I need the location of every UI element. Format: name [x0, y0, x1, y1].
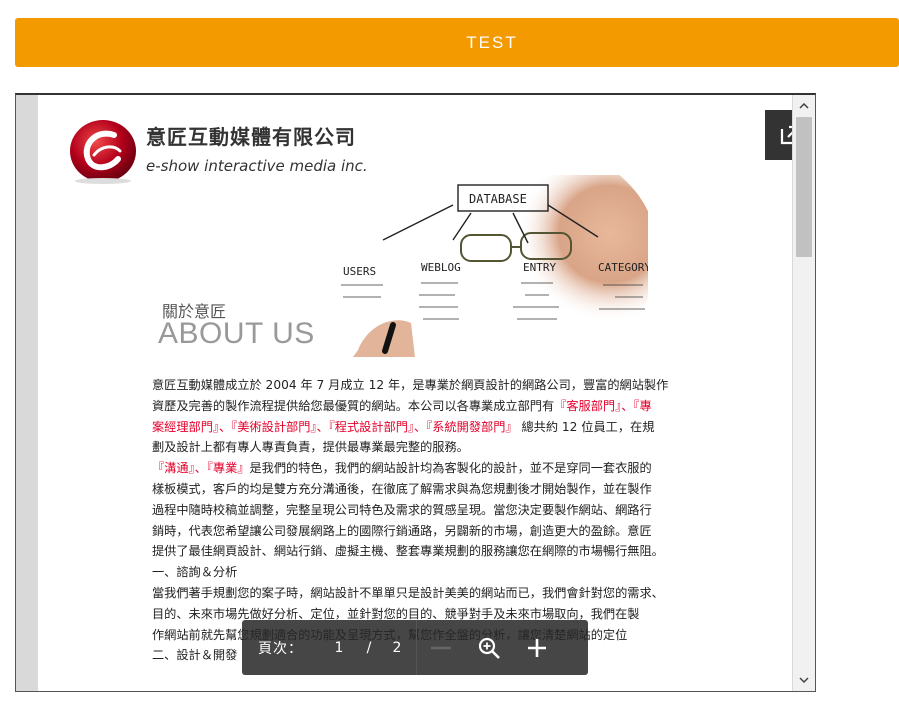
document-page: 意匠互動媒體有限公司 e-show interactive media inc.: [38, 95, 792, 691]
article-line: 當我們著手規劃您的案子時，網站設計不單單只是設計美美的網站而已，我們會針對您的需…: [152, 583, 674, 604]
article-line: 『溝通』、『專業』是我們的特色，我們的網站設計均為客製化的設計，並不是穿同一套衣…: [152, 458, 674, 479]
vertical-scrollbar[interactable]: [793, 95, 815, 691]
article-line: 資歷及完善的製作流程提供給您最優質的網站。本公司以各專業成立部門有『客服部門』、…: [152, 396, 674, 417]
add-button[interactable]: [513, 620, 561, 675]
article-text: 樣板模式，客戶的均是雙方充分溝通後，在徹底了解需求與為您規劃後才開始製作，並在製…: [152, 481, 652, 496]
article-line: 銷時，代表您希望讓公司發展網路上的國際行銷通路，另闢新的市場，創造更大的盈餘。意…: [152, 521, 674, 542]
article-line: 意匠互動媒體成立於 2004 年 7 月成立 12 年，是專業於網頁設計的網路公…: [152, 375, 674, 396]
article-text: 劃及設計上都有專人專責負責，提供最專業最完整的服務。: [152, 440, 469, 455]
page-toolbar: 頁次： 1 / 2: [242, 620, 588, 675]
article-line: 劃及設計上都有專人專責負責，提供最專業最完整的服務。: [152, 437, 674, 458]
article-text: 目的、未來市場先做好分析、定位，並針對您的目的、競爭對手及未來市場取向，我們在製: [152, 606, 640, 621]
company-english-name: e-show interactive media inc.: [146, 157, 368, 175]
article-text: 提供了最佳網頁設計、網站行銷、虛擬主機、整套專業規劃的服務讓您在網際的市場暢行無…: [152, 544, 664, 559]
article-text: 二、設計＆開發: [152, 648, 238, 663]
zoom-out-button[interactable]: [417, 620, 465, 675]
highlighted-text: 案經理部門』、『美術設計部門』、『程式設計部門』、『系統開發部門』: [152, 419, 518, 434]
highlighted-text: 『客服部門』、『專: [554, 398, 652, 413]
about-heading-en: ABOUT US: [158, 317, 315, 350]
scroll-thumb[interactable]: [796, 117, 812, 257]
page-label: 頁次：: [258, 640, 303, 657]
plus-icon: [528, 638, 546, 657]
article-text: 是我們的特色，我們的網站設計均為客製化的設計，並不是穿同一套衣服的: [249, 461, 652, 476]
zoom-in-icon: [478, 637, 500, 659]
scroll-down-button[interactable]: [793, 671, 815, 689]
article-text: 資歷及完善的製作流程提供給您最優質的網站。本公司以各專業成立部門有: [152, 398, 555, 413]
hero-database-label: DATABASE: [469, 192, 527, 206]
article-line: 提供了最佳網頁設計、網站行銷、虛擬主機、整套專業規劃的服務讓您在網際的市場暢行無…: [152, 541, 674, 562]
hero-entry-label: ENTRY: [523, 261, 556, 274]
header-title: TEST: [466, 32, 518, 52]
page-separator: /: [366, 639, 372, 656]
current-page-input[interactable]: 1: [320, 640, 358, 656]
article-line: 一、諮詢＆分析: [152, 562, 674, 583]
header-bar: TEST: [15, 18, 899, 67]
article-text: 當我們著手規劃您的案子時，網站設計不單單只是設計美美的網站而已，我們會針對您的需…: [152, 585, 664, 600]
chevron-down-icon: [799, 677, 809, 683]
article-line: 過程中隨時校稿並調整，完整呈現公司特色及需求的質感呈現。當您決定要製作網站、網路…: [152, 500, 674, 521]
article-text: 一、諮詢＆分析: [152, 565, 238, 580]
document-viewer[interactable]: 意匠互動媒體有限公司 e-show interactive media inc.: [15, 93, 816, 692]
article-text: 銷時，代表您希望讓公司發展網路上的國際行銷通路，另闢新的市場，創造更大的盈餘。意…: [152, 523, 652, 538]
hero-users-label: USERS: [343, 265, 376, 278]
hero-category-label: CATEGORY: [598, 261, 648, 274]
zoom-in-button[interactable]: [465, 620, 513, 675]
hero-weblog-label: WEBLOG: [421, 261, 461, 274]
highlighted-text: 『溝通』、『專業』: [152, 461, 250, 476]
zoom-out-icon: [431, 646, 451, 649]
article-text: 總共約 12 位員工，在規: [517, 419, 655, 434]
article-text: 意匠互動媒體成立於 2004 年 7 月成立 12 年，是專業於網頁設計的網路公…: [152, 378, 669, 392]
company-name: 意匠互動媒體有限公司: [146, 125, 356, 149]
article-text: 過程中隨時校稿並調整，完整呈現公司特色及需求的質感呈現。當您決定要製作網站、網路…: [152, 502, 652, 517]
chevron-up-icon: [799, 103, 809, 109]
popout-button[interactable]: [765, 110, 792, 160]
company-logo: [70, 120, 136, 184]
scroll-up-button[interactable]: [793, 97, 815, 115]
popout-icon: [780, 125, 792, 145]
total-pages: 2: [392, 639, 402, 656]
article-line: 樣板模式，客戶的均是雙方充分溝通後，在徹底了解需求與為您規劃後才開始製作，並在製…: [152, 479, 674, 500]
article-line: 案經理部門』、『美術設計部門』、『程式設計部門』、『系統開發部門』 總共約 12…: [152, 417, 674, 438]
